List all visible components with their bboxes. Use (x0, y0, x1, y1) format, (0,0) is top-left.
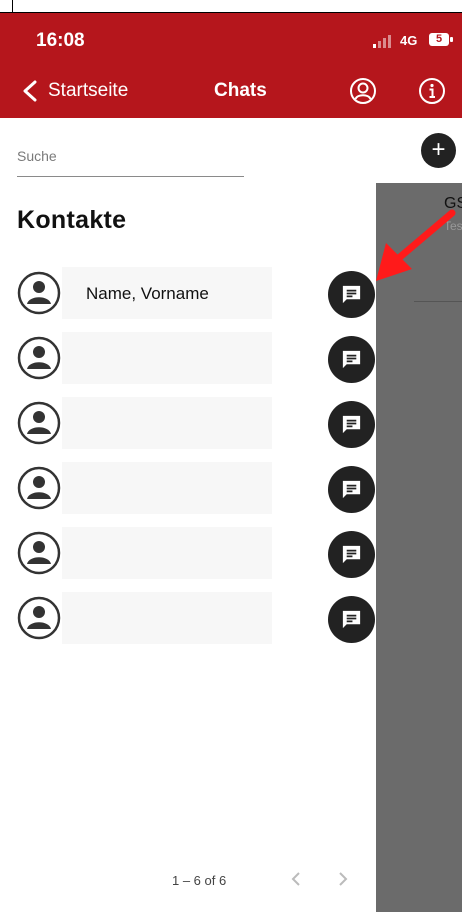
open-chat-button[interactable] (328, 531, 375, 578)
network-type: 4G (400, 33, 418, 48)
message-icon (342, 480, 361, 499)
message-icon (342, 415, 361, 434)
frame-corner (0, 0, 13, 12)
search-field[interactable] (17, 142, 244, 177)
avatar-icon (17, 271, 61, 315)
row-background (62, 592, 272, 644)
avatar-icon (17, 466, 61, 510)
open-chat-button[interactable] (328, 401, 375, 448)
message-icon (342, 610, 361, 629)
contact-row[interactable] (0, 589, 380, 647)
avatar-icon (17, 596, 61, 640)
pagination-range: 1 – 6 of 6 (172, 873, 227, 888)
add-chat-button[interactable]: + (421, 133, 456, 168)
avatar-icon (17, 336, 61, 380)
message-icon (342, 545, 361, 564)
chevron-left-icon (291, 872, 300, 886)
contact-name: Name, Vorname (86, 284, 209, 303)
open-chat-button[interactable] (328, 596, 375, 643)
background-chat-preview: GS Tes (376, 183, 462, 303)
row-background (62, 332, 272, 384)
open-chat-button[interactable] (328, 271, 375, 318)
screenshot-frame-top (0, 0, 462, 13)
user-circle-icon[interactable] (349, 77, 377, 105)
back-button[interactable]: Startseite (22, 77, 128, 105)
open-chat-button[interactable] (328, 336, 375, 383)
row-background (62, 527, 272, 579)
open-chat-button[interactable] (328, 466, 375, 513)
back-label: Startseite (48, 80, 129, 101)
section-heading-contacts: Kontakte (17, 206, 127, 234)
avatar-icon (17, 401, 61, 445)
status-bar: 16:08 4G 5 (0, 13, 462, 63)
row-background (62, 397, 272, 449)
chevron-right-icon (339, 872, 348, 886)
chat-preview-subtitle: Tes (444, 219, 462, 233)
pagination: 1 – 6 of 6 (0, 870, 376, 894)
next-page-button[interactable] (336, 870, 356, 892)
page-title: Chats (214, 80, 267, 101)
contact-row[interactable] (0, 329, 380, 387)
message-icon (342, 285, 361, 304)
chevron-left-icon (23, 80, 37, 102)
row-background (62, 462, 272, 514)
contact-row[interactable] (0, 459, 380, 517)
avatar-icon (17, 531, 61, 575)
divider (414, 301, 462, 302)
contact-row[interactable]: Name, Vorname (0, 264, 380, 322)
contact-row[interactable] (0, 524, 380, 582)
chat-preview-title: GS (444, 195, 462, 212)
signal-icon (373, 34, 395, 48)
message-icon (342, 350, 361, 369)
contact-row[interactable] (0, 394, 380, 452)
search-input[interactable] (17, 142, 244, 164)
status-time: 16:08 (36, 30, 85, 51)
previous-page-button[interactable] (289, 870, 309, 892)
battery-icon: 5 (429, 33, 453, 46)
info-circle-icon[interactable] (418, 77, 446, 105)
top-navigation-bar: Startseite Chats (0, 63, 462, 118)
